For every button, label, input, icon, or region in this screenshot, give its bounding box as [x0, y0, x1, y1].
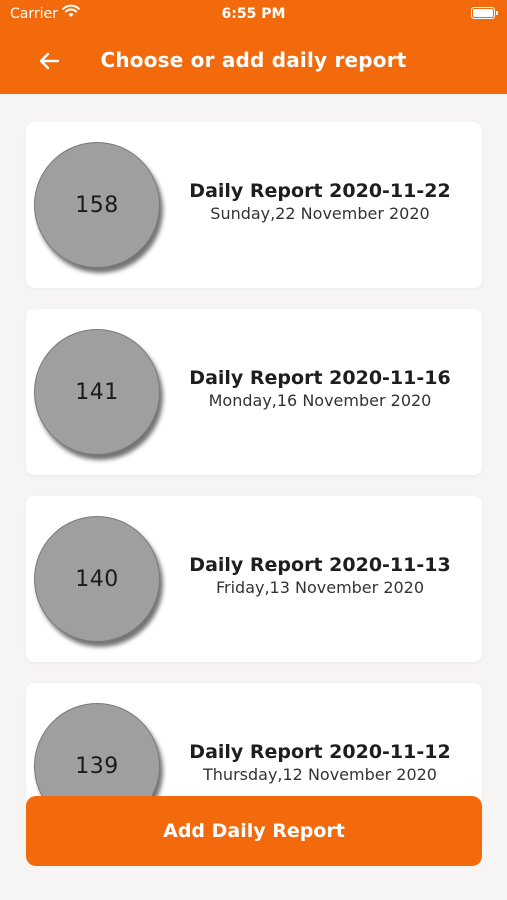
- report-info: Daily Report 2020-11-22 Sunday,22 Novemb…: [186, 180, 454, 223]
- report-card[interactable]: 158 Daily Report 2020-11-22 Sunday,22 No…: [26, 122, 482, 288]
- report-number-badge: 141: [34, 329, 160, 455]
- status-bar: Carrier 6:55 PM: [0, 0, 507, 28]
- report-card[interactable]: 140 Daily Report 2020-11-13 Friday,13 No…: [26, 496, 482, 662]
- battery-icon: [471, 7, 498, 19]
- report-number-badge: 140: [34, 516, 160, 642]
- app-header: Carrier 6:55 PM Choose or add daily repo…: [0, 0, 507, 94]
- clock: 6:55 PM: [221, 6, 286, 22]
- report-date: Monday,16 November 2020: [208, 391, 432, 410]
- report-info: Daily Report 2020-11-16 Monday,16 Novemb…: [186, 367, 454, 410]
- add-daily-report-button[interactable]: Add Daily Report: [26, 796, 482, 866]
- report-number-badge: 158: [34, 142, 160, 268]
- report-date: Friday,13 November 2020: [215, 578, 425, 597]
- report-info: Daily Report 2020-11-13 Friday,13 Novemb…: [186, 554, 454, 597]
- report-title: Daily Report 2020-11-12: [189, 741, 451, 763]
- report-info: Daily Report 2020-11-12 Thursday,12 Nove…: [186, 741, 454, 784]
- report-date: Sunday,22 November 2020: [210, 204, 430, 223]
- page-title: Choose or add daily report: [100, 48, 407, 72]
- report-title: Daily Report 2020-11-16: [189, 367, 451, 389]
- report-card[interactable]: 141 Daily Report 2020-11-16 Monday,16 No…: [26, 309, 482, 475]
- report-date: Thursday,12 November 2020: [203, 765, 437, 784]
- report-title: Daily Report 2020-11-22: [189, 180, 451, 202]
- report-title: Daily Report 2020-11-13: [189, 554, 451, 576]
- report-list[interactable]: 158 Daily Report 2020-11-22 Sunday,22 No…: [0, 94, 507, 900]
